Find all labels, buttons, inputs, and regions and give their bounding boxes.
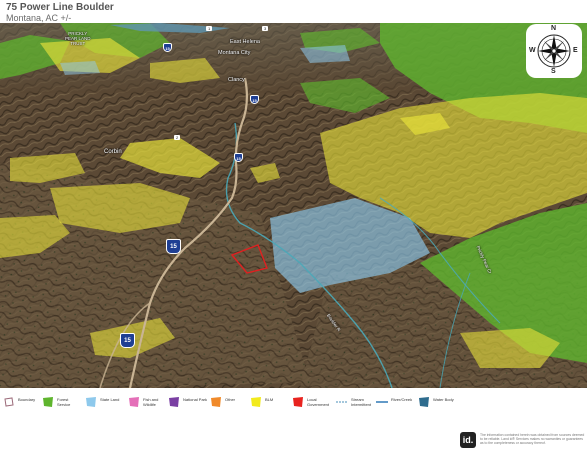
- map-footer: id. The information contained herein was…: [0, 418, 587, 450]
- disclaimer-text: The information contained herein was obt…: [480, 433, 585, 445]
- legend-label: Other: [225, 397, 236, 402]
- map-header: 75 Power Line Boulder Montana, AC +/-: [6, 2, 566, 23]
- stream-intermittent-icon: [336, 395, 348, 407]
- legend-swatch: [42, 395, 54, 407]
- compass-east-label: E: [573, 47, 578, 54]
- legend-item: River/Creek: [376, 395, 412, 407]
- river-icon: [376, 395, 388, 407]
- interstate-15-shield-icon: 15: [250, 95, 259, 104]
- legend-item: Other: [210, 395, 235, 407]
- east-helena-label: East Helena: [230, 39, 260, 45]
- land-id-logo: id.: [460, 432, 476, 448]
- compass-west-label: W: [529, 47, 536, 54]
- legend-item: Fish and Wildlife: [128, 395, 158, 407]
- legend-item: State Land: [85, 395, 119, 407]
- boundary-icon: [3, 395, 15, 407]
- route-tag: 1: [206, 26, 213, 31]
- legend-label: Stream Intermittent: [351, 397, 372, 407]
- clancy-label: Clancy: [228, 77, 245, 83]
- legend-label: Local Government: [307, 397, 330, 407]
- legend-swatch: [168, 395, 180, 407]
- legend-item: Forest Service: [42, 395, 70, 407]
- state-land-area: [60, 61, 100, 75]
- terrain-map-graphic: [0, 23, 587, 388]
- legend-label: Fish and Wildlife: [143, 397, 159, 407]
- legend-item: BLM: [250, 395, 273, 407]
- corbin-label: Corbin: [104, 149, 122, 155]
- legend-label: BLM: [265, 397, 274, 402]
- legend-label: Water Body: [433, 397, 454, 402]
- route-tag: 2: [174, 135, 181, 140]
- interstate-15-shield-icon: 15: [163, 43, 172, 52]
- legend-swatch: [292, 395, 304, 407]
- legend-swatch: [250, 395, 262, 407]
- compass-north-label: N: [551, 25, 557, 32]
- legend-swatch: [418, 395, 430, 407]
- legend-swatch: [128, 395, 140, 407]
- page-subtitle: Montana, AC +/-: [6, 13, 72, 23]
- terrain-map[interactable]: N S E W PRICKLY PEAR LAND TRUST East Hel…: [0, 23, 587, 388]
- prickly-pear-land-trust-label: PRICKLY PEAR LAND TRUST: [65, 31, 91, 46]
- route-tag: 3: [262, 26, 269, 31]
- legend-label: State Land: [100, 397, 120, 402]
- interstate-15-shield-icon: 15: [120, 333, 135, 348]
- map-legend: Boundary Forest Service State Land Fish and…: [0, 388, 587, 418]
- compass-rose-icon: N S E W: [526, 24, 582, 78]
- compass-south-label: S: [551, 68, 556, 75]
- legend-item: Local Government: [292, 395, 329, 407]
- legend-label: River/Creek: [391, 397, 413, 402]
- legend-item: National Park: [168, 395, 207, 407]
- interstate-15-shield-icon: 15: [234, 153, 243, 162]
- legend-item: Boundary: [3, 395, 35, 407]
- legend-swatch: [85, 395, 97, 407]
- legend-item: Stream Intermittent: [336, 395, 371, 407]
- interstate-15-shield-icon: 15: [166, 239, 181, 254]
- legend-label: Boundary: [18, 397, 36, 402]
- legend-label: Forest Service: [57, 397, 71, 407]
- montana-city-label: Montana City: [218, 50, 251, 56]
- legend-item: Water Body: [418, 395, 454, 407]
- legend-label: National Park: [183, 397, 208, 402]
- page-title: 75 Power Line Boulder: [6, 2, 114, 13]
- legend-swatch: [210, 395, 222, 407]
